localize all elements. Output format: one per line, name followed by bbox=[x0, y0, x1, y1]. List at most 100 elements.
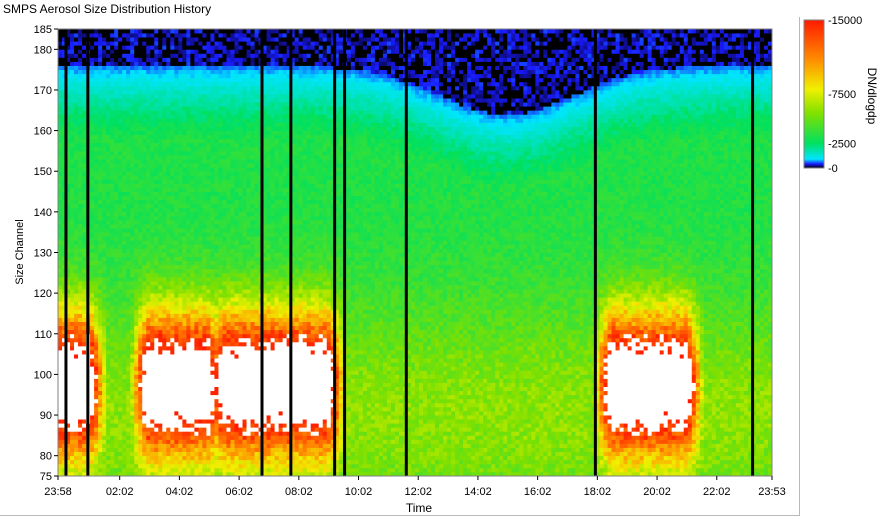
heatmap-cell bbox=[154, 431, 159, 436]
heatmap-cell bbox=[82, 276, 87, 282]
heatmap-cell bbox=[166, 85, 171, 91]
heatmap-cell bbox=[82, 126, 87, 131]
heatmap-cell bbox=[150, 268, 155, 274]
heatmap-cell bbox=[82, 345, 87, 351]
heatmap-cell bbox=[174, 228, 179, 233]
heatmap-cell bbox=[194, 443, 199, 448]
heatmap-cell bbox=[94, 410, 99, 416]
heatmap-cell bbox=[102, 134, 107, 140]
heatmap-cell bbox=[142, 65, 147, 71]
heatmap-cell bbox=[222, 398, 227, 404]
heatmap-cell bbox=[118, 260, 123, 266]
heatmap-cell bbox=[118, 110, 123, 115]
heatmap-cell bbox=[106, 150, 111, 156]
heatmap-cell bbox=[142, 268, 147, 274]
heatmap-cell bbox=[146, 195, 151, 201]
heatmap-cell bbox=[170, 321, 175, 327]
heatmap-cell bbox=[214, 77, 219, 83]
heatmap-cell bbox=[118, 215, 123, 221]
heatmap-cell bbox=[158, 301, 163, 306]
heatmap-cell bbox=[230, 313, 235, 318]
heatmap-cell bbox=[226, 305, 231, 310]
heatmap-cell bbox=[114, 65, 119, 71]
heatmap-cell bbox=[126, 439, 131, 444]
heatmap-cell bbox=[134, 382, 139, 387]
heatmap-cell bbox=[134, 435, 139, 440]
heatmap-cell bbox=[170, 215, 175, 221]
heatmap-cell bbox=[174, 37, 179, 42]
heatmap-cell bbox=[166, 423, 171, 428]
heatmap-cell bbox=[226, 89, 231, 95]
heatmap-cell bbox=[234, 126, 239, 131]
heatmap-cell bbox=[122, 232, 127, 237]
heatmap-cell bbox=[162, 29, 167, 34]
heatmap-cell bbox=[190, 386, 195, 392]
heatmap-cell bbox=[154, 89, 159, 95]
heatmap-cell bbox=[154, 402, 159, 408]
heatmap-cell bbox=[146, 150, 151, 156]
heatmap-cell bbox=[94, 187, 99, 192]
heatmap-cell bbox=[146, 345, 151, 351]
heatmap-cell bbox=[74, 207, 79, 213]
heatmap-cell bbox=[158, 285, 163, 290]
heatmap-cell bbox=[174, 366, 179, 371]
heatmap-cell bbox=[210, 61, 215, 66]
heatmap-cell bbox=[230, 191, 235, 197]
heatmap-cell bbox=[70, 122, 75, 127]
heatmap-cell bbox=[178, 232, 183, 237]
heatmap-cell bbox=[122, 77, 127, 83]
heatmap-cell bbox=[90, 33, 95, 38]
heatmap-cell bbox=[134, 37, 139, 42]
heatmap-cell bbox=[114, 378, 119, 383]
heatmap-cell bbox=[166, 285, 171, 290]
heatmap-cell bbox=[162, 345, 167, 351]
heatmap-cell bbox=[94, 215, 99, 221]
heatmap-cell bbox=[162, 289, 167, 294]
heatmap-cell bbox=[186, 248, 191, 253]
heatmap-cell bbox=[98, 329, 103, 335]
heatmap-cell bbox=[58, 37, 63, 42]
heatmap-cell bbox=[234, 256, 239, 262]
heatmap-cell bbox=[186, 146, 191, 152]
heatmap-cell bbox=[78, 435, 83, 440]
heatmap-cell bbox=[110, 276, 115, 282]
heatmap-cell bbox=[118, 285, 123, 290]
heatmap-cell bbox=[94, 203, 99, 209]
heatmap-cell bbox=[190, 199, 195, 205]
heatmap-cell bbox=[226, 317, 231, 322]
heatmap-cell bbox=[58, 118, 63, 123]
heatmap-cell bbox=[94, 390, 99, 396]
heatmap-cell bbox=[194, 33, 199, 38]
heatmap-cell bbox=[82, 37, 87, 42]
heatmap-cell bbox=[226, 463, 231, 469]
heatmap-cell bbox=[70, 467, 75, 473]
heatmap-cell bbox=[138, 451, 143, 457]
heatmap-cell bbox=[210, 423, 215, 428]
heatmap-cell bbox=[122, 443, 127, 448]
heatmap-cell bbox=[178, 443, 183, 448]
heatmap-cell bbox=[106, 118, 111, 123]
heatmap-cell bbox=[130, 29, 135, 34]
heatmap-cell bbox=[142, 110, 147, 115]
heatmap-cell bbox=[138, 463, 143, 469]
heatmap-cell bbox=[182, 260, 187, 266]
heatmap-cell bbox=[82, 187, 87, 192]
heatmap-cell bbox=[122, 69, 127, 75]
heatmap-cell bbox=[178, 463, 183, 469]
heatmap-cell bbox=[106, 272, 111, 278]
heatmap-cell bbox=[102, 427, 107, 432]
heatmap-cell bbox=[178, 410, 183, 416]
heatmap-cell bbox=[126, 134, 131, 140]
heatmap-cell bbox=[146, 451, 151, 457]
heatmap-cell bbox=[74, 333, 79, 339]
heatmap-cell bbox=[210, 293, 215, 298]
heatmap-cell bbox=[130, 317, 135, 322]
heatmap-cell bbox=[82, 57, 87, 62]
heatmap-cell bbox=[166, 439, 171, 444]
heatmap-cell bbox=[74, 232, 79, 237]
heatmap-cell bbox=[170, 427, 175, 432]
heatmap-cell bbox=[210, 102, 215, 107]
heatmap-cell bbox=[74, 154, 79, 160]
heatmap-cell bbox=[102, 224, 107, 229]
heatmap-cell bbox=[158, 232, 163, 237]
